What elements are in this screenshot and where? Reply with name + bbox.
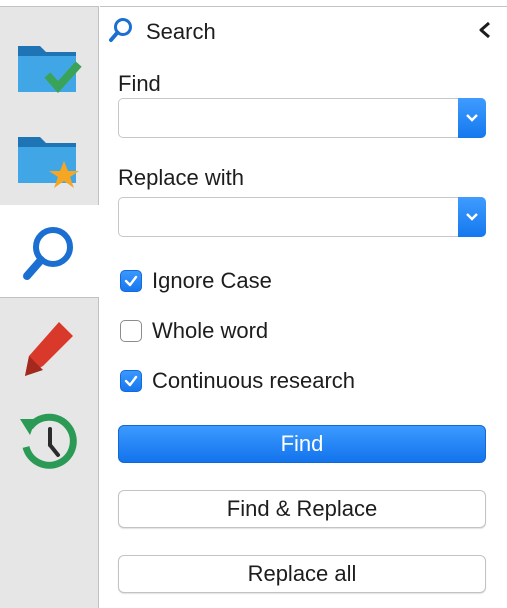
ignore-case-checkbox[interactable]: [120, 270, 142, 292]
tab-bookmarks[interactable]: [0, 306, 98, 390]
continuous-research-checkbox[interactable]: [120, 370, 142, 392]
search-panel: Search Find Replace with Ignore Case Who…: [100, 6, 507, 608]
search-sidebar-window: Search Find Replace with Ignore Case Who…: [0, 0, 507, 608]
find-button[interactable]: Find: [118, 425, 486, 463]
whole-word-option[interactable]: Whole word: [120, 317, 268, 345]
collapse-chevron-icon[interactable]: [474, 19, 496, 41]
tab-rail: [0, 0, 100, 608]
tab-folder-star[interactable]: [0, 115, 98, 205]
replace-combobox[interactable]: [118, 197, 486, 238]
chevron-down-icon: [466, 213, 478, 221]
continuous-research-option[interactable]: Continuous research: [120, 367, 355, 395]
folder-star-icon: [18, 137, 79, 188]
replace-input[interactable]: [125, 198, 449, 238]
panel-header: Search: [100, 7, 498, 47]
tab-folder-check[interactable]: [0, 22, 98, 112]
find-combobox[interactable]: [118, 98, 486, 139]
whole-word-label: Whole word: [152, 318, 269, 343]
bookmark-icon: [25, 322, 73, 376]
whole-word-checkbox[interactable]: [120, 320, 142, 342]
tab-search[interactable]: [0, 210, 98, 296]
find-dropdown-button[interactable]: [458, 98, 486, 138]
history-clock-icon: [20, 413, 77, 469]
find-label: Find: [118, 71, 161, 96]
checkmark-icon: [124, 275, 138, 287]
checkmark-icon: [124, 375, 138, 387]
continuous-research-label: Continuous research: [152, 368, 356, 393]
search-icon: [23, 227, 73, 280]
folder-check-icon: [18, 46, 82, 93]
ignore-case-label: Ignore Case: [152, 268, 272, 293]
find-input[interactable]: [125, 99, 449, 139]
find-replace-button[interactable]: Find & Replace: [118, 490, 486, 528]
chevron-down-icon: [466, 114, 478, 122]
ignore-case-option[interactable]: Ignore Case: [120, 267, 272, 295]
tab-history[interactable]: [0, 400, 98, 484]
replace-dropdown-button[interactable]: [458, 197, 486, 237]
search-icon: [109, 18, 132, 42]
panel-title: Search: [146, 19, 216, 44]
replace-label: Replace with: [118, 165, 244, 190]
replace-all-button[interactable]: Replace all: [118, 555, 486, 593]
